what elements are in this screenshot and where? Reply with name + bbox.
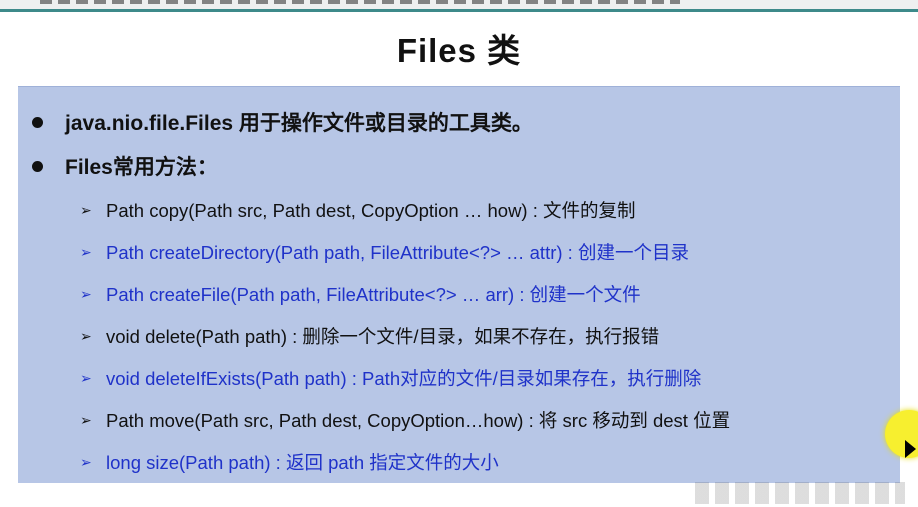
- method-text: void deleteIfExists(Path path) : Path对应的…: [106, 368, 702, 389]
- method-text: Path createFile(Path path, FileAttribute…: [106, 284, 641, 305]
- arrow-bullet-icon: ➢: [80, 369, 92, 386]
- method-text: long size(Path path) : 返回 path 指定文件的大小: [106, 452, 499, 473]
- bullet-text: java.nio.file.Files 用于操作文件或目录的工具类。: [65, 112, 533, 135]
- arrow-bullet-icon: ➢: [80, 411, 92, 428]
- bullet-item: Files常用方法：: [32, 151, 218, 181]
- method-item: ➢ Path move(Path src, Path dest, CopyOpt…: [80, 407, 730, 433]
- method-text: Path move(Path src, Path dest, CopyOptio…: [106, 410, 731, 431]
- mouse-pointer-icon: [905, 440, 916, 458]
- method-item: ➢ Path copy(Path src, Path dest, CopyOpt…: [80, 197, 636, 223]
- arrow-bullet-icon: ➢: [80, 327, 92, 344]
- bullet-dot-icon: [32, 160, 43, 172]
- content-panel: java.nio.file.Files 用于操作文件或目录的工具类。 Files…: [18, 86, 900, 483]
- arrow-bullet-icon: ➢: [80, 243, 92, 260]
- method-item: ➢ long size(Path path) : 返回 path 指定文件的大小: [80, 449, 499, 475]
- bullet-item: java.nio.file.Files 用于操作文件或目录的工具类。: [32, 107, 533, 137]
- method-text: void delete(Path path) : 删除一个文件/目录，如果不存在…: [106, 326, 660, 347]
- arrow-bullet-icon: ➢: [80, 285, 92, 302]
- previous-slide-header-strip: [0, 0, 918, 12]
- slide-title: Files 类: [396, 32, 522, 69]
- bullet-dot-icon: [32, 116, 43, 128]
- arrow-bullet-icon: ➢: [80, 201, 92, 218]
- method-text: Path createDirectory(Path path, FileAttr…: [106, 242, 689, 263]
- method-item: ➢ Path createFile(Path path, FileAttribu…: [80, 281, 641, 307]
- method-item: ➢ void delete(Path path) : 删除一个文件/目录，如果不…: [80, 323, 659, 349]
- method-item: ➢ Path createDirectory(Path path, FileAt…: [80, 239, 689, 265]
- arrow-bullet-icon: ➢: [80, 453, 92, 470]
- bullet-text: Files常用方法：: [65, 156, 218, 179]
- method-text: Path copy(Path src, Path dest, CopyOptio…: [106, 200, 636, 221]
- watermark: [695, 482, 905, 504]
- method-item: ➢ void deleteIfExists(Path path) : Path对…: [80, 365, 701, 391]
- cropped-header-text: [40, 0, 680, 4]
